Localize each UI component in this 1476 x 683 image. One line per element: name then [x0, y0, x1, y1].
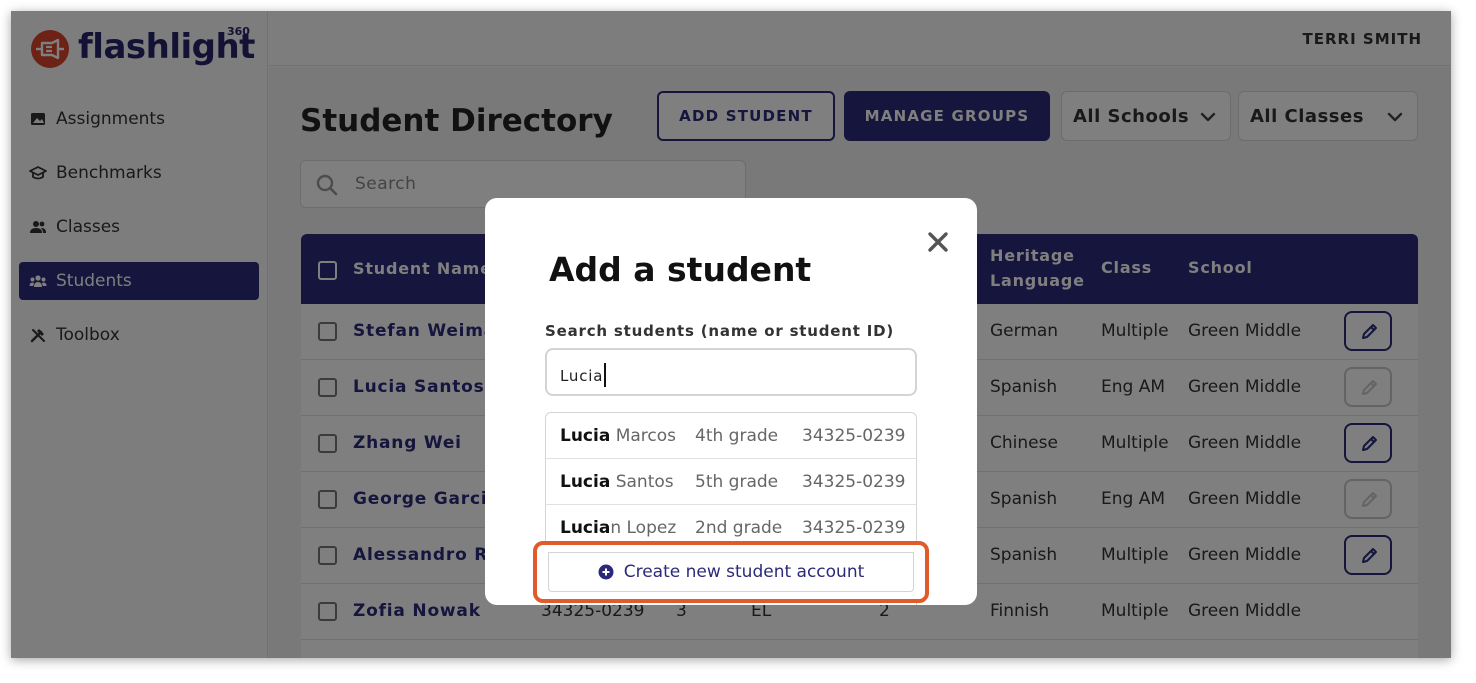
result-name-match: Lucia: [560, 426, 611, 446]
app-window: flashlight 360 Assignments Benchmarks: [11, 11, 1451, 658]
result-name: Lucia Santos: [560, 472, 674, 492]
search-students-value: Lucia: [560, 363, 607, 387]
result-grade: 2nd grade: [695, 518, 783, 538]
search-students-input[interactable]: Lucia: [545, 348, 917, 396]
plus-circle-icon: [598, 564, 614, 580]
result-name: Lucia Marcos: [560, 426, 676, 446]
result-name: Lucian Lopez: [560, 518, 676, 538]
text-cursor: [604, 363, 607, 387]
search-result-item[interactable]: Lucia Marcos 4th grade 34325-0239: [546, 413, 916, 459]
result-grade: 4th grade: [695, 426, 779, 446]
result-student-id: 34325-0239: [802, 472, 906, 492]
close-icon[interactable]: [925, 229, 951, 255]
result-student-id: 34325-0239: [802, 426, 906, 446]
result-grade: 5th grade: [695, 472, 779, 492]
create-new-student-button[interactable]: Create new student account: [548, 552, 914, 592]
result-name-rest: Marcos: [610, 426, 677, 446]
highlight-callout: Create new student account: [533, 541, 929, 603]
modal-title: Add a student: [549, 250, 812, 289]
create-new-student-label: Create new student account: [623, 562, 865, 582]
search-text: Lucia: [560, 367, 604, 385]
result-name-match: Lucia: [560, 518, 611, 538]
search-students-label: Search students (name or student ID): [545, 322, 895, 340]
search-result-item[interactable]: Lucia Santos 5th grade 34325-0239: [546, 459, 916, 505]
result-name-rest: n Lopez: [610, 518, 677, 538]
result-name-match: Lucia: [560, 472, 611, 492]
result-student-id: 34325-0239: [802, 518, 906, 538]
result-name-rest: Santos: [610, 472, 674, 492]
